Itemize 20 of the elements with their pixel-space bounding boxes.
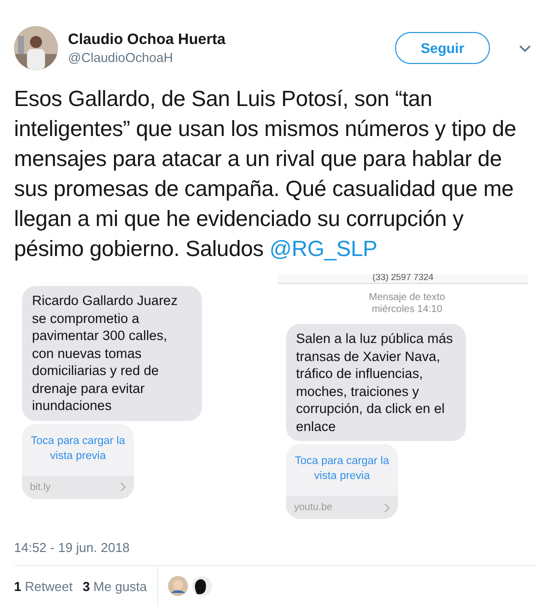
- timestamp[interactable]: 14:52 - 19 jun. 2018: [14, 540, 536, 555]
- preview-link[interactable]: Toca para cargar la vista previa: [286, 444, 398, 496]
- message-meta: miércoles 14:10: [370, 304, 444, 316]
- message-bubble: Ricardo Gallardo Juarez se comprometio a pavimentar 300 calles, con nuevas tomas domiciliarias y red de drenaje para evitar inundaciones: [22, 286, 202, 420]
- stat-link[interactable]: 1 Retweet: [14, 578, 73, 594]
- tweet-text: Esos Gallardo, de San Luis Potosí, son “tan inteligentes” que usan los mismos números y tipo de mensajes para atacar a un rival que para hablar de sus promesas de campaña. Qué casualidad que me llegan a mi que he evidenciado su corrupción y pésimo gobierno. Saludos @RG_SLP: [14, 85, 518, 263]
- author-handle[interactable]: @ClaudioOchoaH: [68, 50, 385, 65]
- link-domain: bit.ly: [30, 482, 51, 492]
- message-bubble: Salen a la luz pública más transas de Xavier Nava, tráfico de influencias, moches, traiciones y corrupción, da click en el enlace: [286, 324, 466, 441]
- follow-button[interactable]: Seguir: [395, 32, 490, 64]
- link-domain: youtu.be: [294, 502, 332, 513]
- message-meta: Mensaje de texto: [368, 292, 446, 304]
- preview-link[interactable]: Toca para cargar la vista previa: [22, 424, 134, 476]
- chevron-icon: [120, 482, 126, 492]
- mention-link[interactable]: @RG_SLP: [270, 236, 378, 261]
- chevron-icon: [384, 502, 390, 512]
- stat-link[interactable]: 3 Me gusta: [82, 578, 147, 594]
- avatar[interactable]: [192, 576, 212, 596]
- avatar[interactable]: [14, 26, 58, 70]
- author-name[interactable]: Claudio Ochoa Huerta: [68, 31, 385, 48]
